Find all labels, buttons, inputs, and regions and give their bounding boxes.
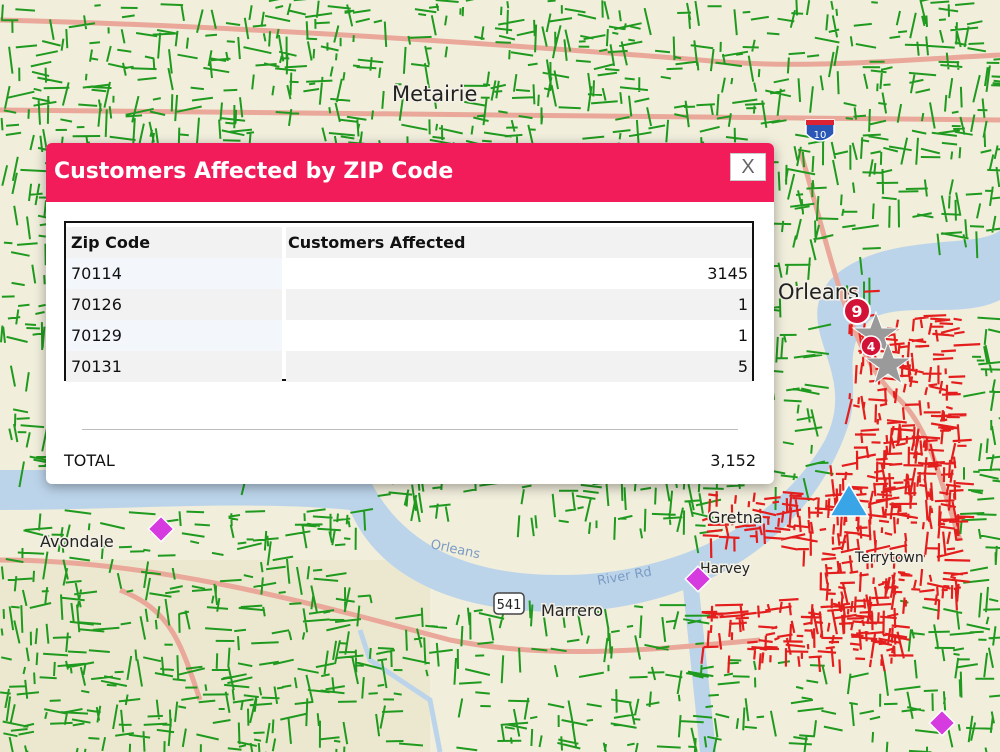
column-header-customers-affected: Customers Affected — [286, 227, 752, 258]
svg-text:9: 9 — [851, 302, 862, 321]
zip-code-table: Zip Code Customers Affected 70114 3145 7… — [64, 221, 754, 382]
outage-cluster-badge[interactable]: 9 — [843, 297, 871, 325]
table-row: 70131 5 — [66, 351, 752, 382]
svg-text:10: 10 — [814, 130, 827, 141]
customers-affected-cell: 3145 — [286, 258, 752, 289]
place-label-metairie: Metairie — [392, 82, 477, 106]
place-label-avondale: Avondale — [40, 532, 114, 551]
table-header-row: Zip Code Customers Affected — [66, 227, 752, 258]
interstate-shield-icon: 10 — [805, 119, 835, 142]
outage-cluster-badge[interactable]: 4 — [860, 335, 882, 357]
svg-text:541: 541 — [497, 598, 522, 613]
modal-title: Customers Affected by ZIP Code — [54, 159, 454, 184]
place-label-gretna: Gretna — [708, 508, 763, 527]
zip-code-cell: 70114 — [66, 258, 282, 289]
zip-code-cell: 70126 — [66, 289, 282, 320]
place-label-harvey: Harvey — [700, 561, 750, 577]
divider — [82, 429, 738, 430]
road-shield-541: 541 — [493, 592, 525, 615]
zip-code-cell: 70129 — [66, 320, 282, 351]
zip-code-modal: Customers Affected by ZIP Code X Zip Cod… — [46, 143, 774, 484]
table-row: 70129 1 — [66, 320, 752, 351]
zip-code-cell: 70131 — [66, 351, 282, 382]
table-row: 70126 1 — [66, 289, 752, 320]
place-label-terrytown: Terrytown — [854, 550, 924, 566]
customers-affected-cell: 1 — [286, 320, 752, 351]
table-row: 70114 3145 — [66, 258, 752, 289]
modal-header: Customers Affected by ZIP Code X — [46, 143, 774, 202]
customers-affected-cell: 1 — [286, 289, 752, 320]
svg-text:4: 4 — [867, 340, 875, 354]
total-label: TOTAL — [64, 451, 115, 470]
close-button[interactable]: X — [730, 153, 766, 181]
total-value: 3,152 — [710, 451, 756, 470]
column-header-zip-code: Zip Code — [66, 227, 282, 258]
place-label-orleans: Orleans — [778, 280, 859, 304]
customers-affected-cell: 5 — [286, 351, 752, 382]
place-label-marrero: Marrero — [541, 601, 603, 620]
